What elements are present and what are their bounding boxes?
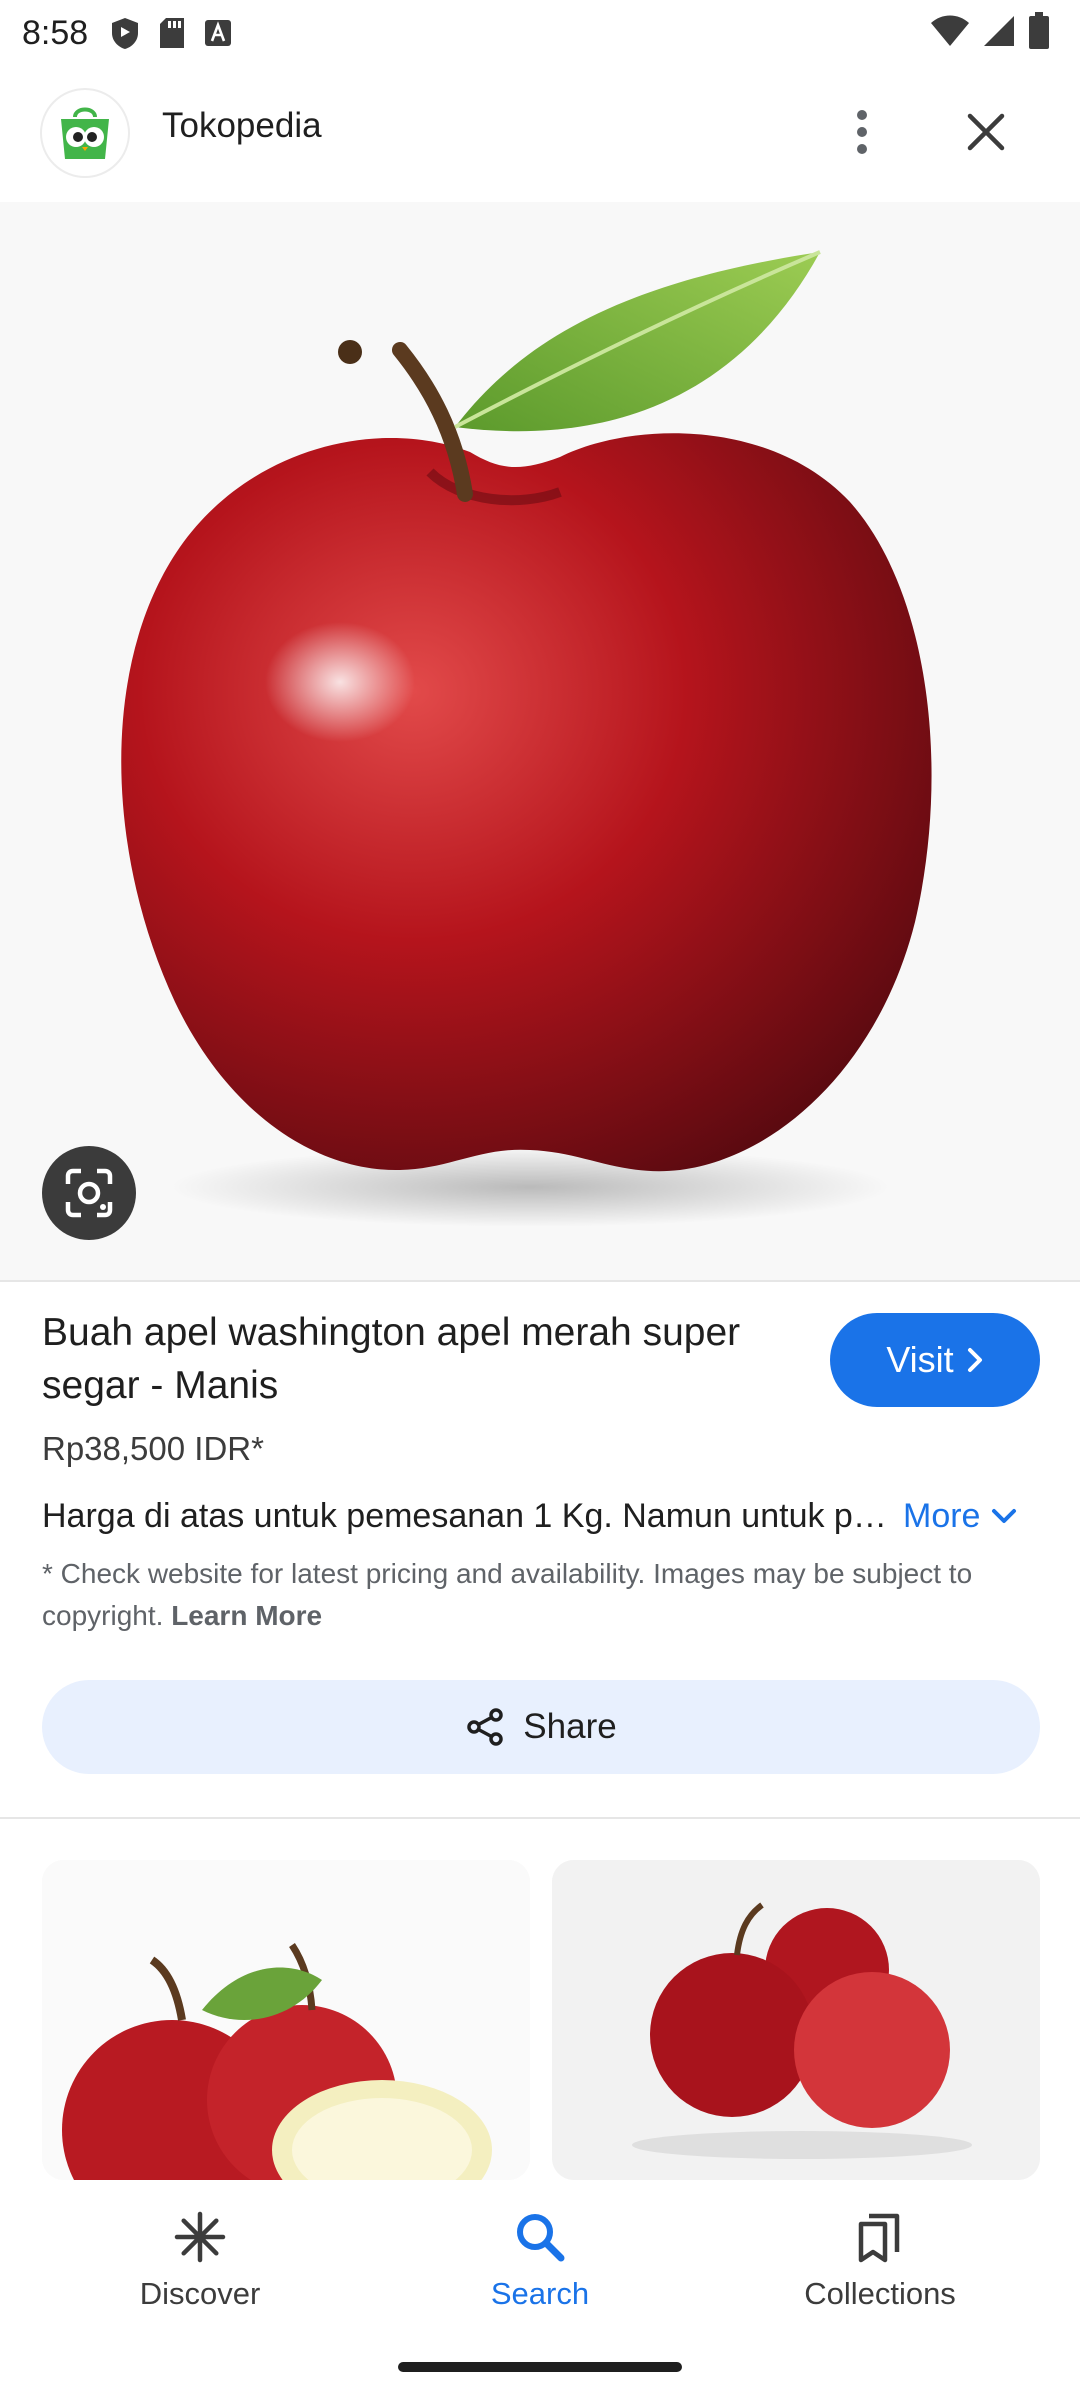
nav-discover-label: Discover: [139, 2276, 261, 2311]
product-image[interactable]: [0, 202, 1080, 1280]
product-price: Rp38,500 IDR*: [42, 1430, 264, 1467]
notification-icons: [110, 16, 232, 50]
google-lens-button[interactable]: [42, 1146, 136, 1240]
shield-icon: [112, 18, 139, 49]
lens-icon: [65, 1168, 113, 1218]
close-button[interactable]: [950, 96, 1022, 168]
battery-icon: [1029, 12, 1049, 49]
disclaimer-text: * Check website for latest pricing and a…: [42, 1553, 1032, 1637]
product-title[interactable]: Buah apel washington apel merah super se…: [42, 1306, 742, 1412]
signal-icon: [984, 16, 1014, 46]
share-label: Share: [523, 1707, 617, 1746]
related-image-2[interactable]: [552, 1860, 1040, 2180]
search-icon: [517, 2214, 565, 2262]
share-icon: [467, 1708, 504, 1746]
site-name[interactable]: Tokopedia: [162, 106, 322, 146]
nav-search-label: Search: [490, 2276, 590, 2311]
visit-button[interactable]: Visit: [830, 1313, 1040, 1407]
home-indicator[interactable]: [398, 2362, 682, 2372]
three-apples-image: [552, 1860, 1040, 2180]
share-button[interactable]: Share: [42, 1680, 1040, 1774]
status-bar: 8:58: [0, 0, 1080, 66]
divider: [0, 1280, 1080, 1282]
page-header: Tokopedia: [0, 66, 1080, 202]
related-images: [0, 1860, 1080, 2190]
wifi-icon: [931, 15, 969, 46]
learn-more-link[interactable]: Learn More: [171, 1600, 322, 1631]
nav-search[interactable]: Search: [420, 2210, 660, 2330]
sd-card-icon: [160, 18, 185, 48]
collections-icon: [858, 2213, 900, 2263]
red-apple-image: [0, 202, 1080, 1280]
apples-with-slice-image: [42, 1860, 530, 2180]
chevron-down-icon: [992, 1509, 1017, 1523]
nav-collections[interactable]: Collections: [760, 2210, 1000, 2330]
font-a-icon: [205, 20, 232, 46]
more-label: More: [903, 1496, 981, 1535]
nav-discover[interactable]: Discover: [80, 2210, 320, 2330]
more-vert-icon: [857, 110, 867, 154]
nav-collections-label: Collections: [804, 2276, 956, 2311]
close-icon: [967, 113, 1005, 151]
asterisk-icon: [174, 2211, 226, 2263]
tokopedia-logo-icon[interactable]: [40, 88, 130, 178]
more-options-button[interactable]: [830, 96, 894, 168]
divider: [0, 1817, 1080, 1819]
screen: 8:58 Tokopedia Buah apel washington apel…: [0, 0, 1080, 2400]
bag-owl-icon: [61, 107, 109, 159]
visit-label: Visit: [886, 1339, 954, 1380]
description-row: Harga di atas untuk pemesanan 1 Kg. Namu…: [42, 1492, 1042, 1540]
more-button[interactable]: More: [903, 1497, 1018, 1536]
product-description: Harga di atas untuk pemesanan 1 Kg. Namu…: [42, 1496, 887, 1535]
chevron-right-icon: [967, 1348, 982, 1372]
system-icons: [930, 12, 1050, 50]
status-time: 8:58: [22, 13, 89, 52]
related-image-1[interactable]: [42, 1860, 530, 2180]
